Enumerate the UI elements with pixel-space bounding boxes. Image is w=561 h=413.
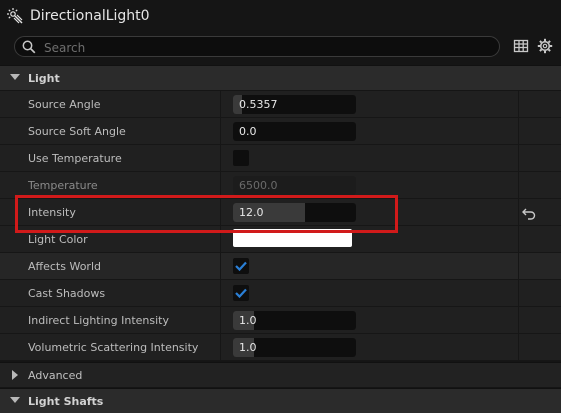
property-label: Volumetric Scattering Intensity: [28, 341, 199, 354]
source-soft-angle-field[interactable]: 0.0: [233, 122, 356, 141]
category-label: Advanced: [28, 369, 83, 382]
intensity-field[interactable]: 12.0: [233, 203, 356, 222]
cast-shadows-checkbox[interactable]: [233, 285, 249, 301]
expand-arrow-icon: [10, 74, 20, 80]
table-view-icon[interactable]: [513, 38, 529, 54]
property-label: Indirect Lighting Intensity: [28, 314, 169, 327]
category-advanced[interactable]: Advanced: [0, 362, 561, 387]
property-row-use-temperature: Use Temperature: [0, 145, 561, 172]
property-row-source-angle: Source Angle 0.5357: [0, 91, 561, 118]
reset-to-default-icon[interactable]: [521, 205, 537, 221]
property-label: Light Color: [28, 233, 88, 246]
property-row-intensity: Intensity 12.0: [0, 199, 561, 226]
search-box[interactable]: [14, 36, 500, 57]
checkmark-icon: [235, 261, 247, 272]
category-label: Light: [28, 72, 60, 85]
property-label: Temperature: [28, 179, 98, 192]
settings-gear-icon[interactable]: [537, 38, 553, 54]
property-row-cast-shadows: Cast Shadows: [0, 280, 561, 307]
expand-arrow-icon: [10, 397, 20, 403]
property-row-volumetric-scattering-intensity: Volumetric Scattering Intensity 1.0: [0, 334, 561, 361]
property-row-temperature: Temperature 6500.0: [0, 172, 561, 199]
property-label: Cast Shadows: [28, 287, 106, 300]
collapsed-arrow-icon: [12, 370, 18, 380]
volumetric-scattering-intensity-field[interactable]: 1.0: [233, 338, 356, 357]
property-row-indirect-lighting-intensity: Indirect Lighting Intensity 1.0: [0, 307, 561, 334]
category-light[interactable]: Light: [0, 65, 561, 90]
directional-light-icon: [7, 8, 23, 24]
search-row: [0, 33, 561, 61]
temperature-field: 6500.0: [233, 176, 356, 195]
property-label: Use Temperature: [28, 152, 122, 165]
actor-title: DirectionalLight0: [30, 8, 150, 24]
checkmark-icon: [235, 288, 247, 299]
property-label: Affects World: [28, 260, 101, 273]
category-label: Light Shafts: [28, 395, 104, 408]
search-input[interactable]: [42, 38, 486, 57]
property-label: Intensity: [28, 206, 76, 219]
source-angle-field[interactable]: 0.5357: [233, 95, 356, 114]
search-icon: [22, 40, 36, 54]
property-row-affects-world: Affects World: [0, 253, 561, 280]
property-row-source-soft-angle: Source Soft Angle 0.0: [0, 118, 561, 145]
category-light-shafts[interactable]: Light Shafts: [0, 388, 561, 413]
indirect-lighting-intensity-field[interactable]: 1.0: [233, 311, 356, 330]
property-label: Source Soft Angle: [28, 125, 126, 138]
property-label: Source Angle: [28, 98, 101, 111]
light-color-swatch[interactable]: [233, 229, 352, 247]
property-row-light-color: Light Color: [0, 226, 561, 253]
details-header: DirectionalLight0: [0, 0, 561, 33]
affects-world-checkbox[interactable]: [233, 258, 249, 274]
use-temperature-checkbox[interactable]: [233, 150, 249, 166]
